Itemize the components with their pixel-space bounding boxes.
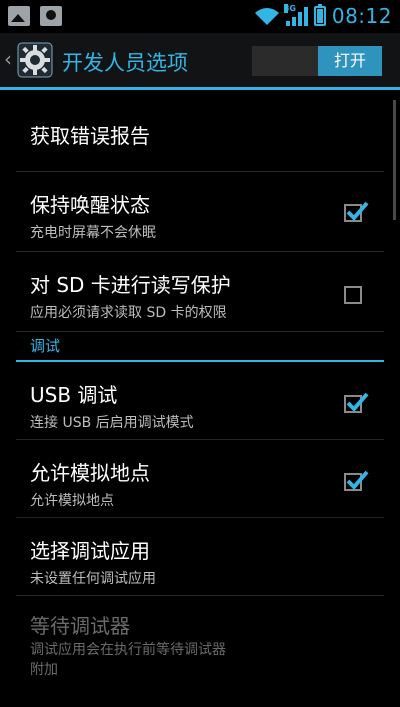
switch-label: 打开 <box>318 46 382 76</box>
settings-list: 获取错误报告 保持唤醒状态 充电时屏幕不会休眠 对 SD 卡进行读写保护 应用必… <box>0 90 400 686</box>
back-chevron-icon[interactable]: ‹ <box>4 49 12 69</box>
gear-icon[interactable] <box>16 41 54 79</box>
usb-debug-checkbox[interactable] <box>344 392 369 413</box>
item-summary: 调试应用会在执行前等待调试器附加 <box>30 642 226 678</box>
page-title: 开发人员选项 <box>62 51 188 75</box>
signal-icon: 3G <box>283 4 308 26</box>
list-item-bug-report[interactable]: 获取错误报告 <box>16 90 384 172</box>
mock-location-checkbox[interactable] <box>344 470 369 491</box>
stay-awake-checkbox[interactable] <box>344 201 369 222</box>
item-summary: 允许模拟地点 <box>30 493 114 509</box>
list-item-usb-debug[interactable]: USB 调试 连接 USB 后启用调试模式 <box>16 362 384 440</box>
wifi-icon <box>254 5 280 27</box>
sd-protect-checkbox[interactable] <box>344 286 362 304</box>
list-item-mock-location[interactable]: 允许模拟地点 允许模拟地点 <box>16 440 384 518</box>
status-bar: 3G 08:12 <box>0 0 400 33</box>
item-summary: 连接 USB 后启用调试模式 <box>30 415 194 431</box>
item-title: 对 SD 卡进行读写保护 <box>30 273 231 297</box>
section-header-debug: 调试 <box>16 332 384 362</box>
scrollbar[interactable] <box>393 100 396 220</box>
status-time: 08:12 <box>331 4 392 28</box>
item-title: USB 调试 <box>30 383 118 407</box>
list-item-debug-app[interactable]: 选择调试应用 未设置任何调试应用 <box>16 518 384 596</box>
item-summary: 充电时屏幕不会休眠 <box>30 225 156 241</box>
item-summary: 应用必须请求读取 SD 卡的权限 <box>30 305 227 321</box>
item-title: 获取错误报告 <box>30 124 150 148</box>
item-title: 等待调试器 <box>30 614 130 638</box>
action-bar: ‹ 开发人员选项 打开 <box>0 33 400 90</box>
item-title: 保持唤醒状态 <box>30 193 150 217</box>
list-item-wait-debugger: 等待调试器 调试应用会在执行前等待调试器附加 <box>16 596 384 686</box>
network-type-label: 3G <box>283 4 296 13</box>
battery-icon <box>313 4 326 26</box>
item-title: 允许模拟地点 <box>30 461 150 485</box>
list-item-sd-protect[interactable]: 对 SD 卡进行读写保护 应用必须请求读取 SD 卡的权限 <box>16 252 384 332</box>
item-summary: 未设置任何调试应用 <box>30 571 156 587</box>
item-title: 选择调试应用 <box>30 539 150 563</box>
user-icon <box>40 6 62 26</box>
image-icon <box>8 6 30 26</box>
list-item-stay-awake[interactable]: 保持唤醒状态 充电时屏幕不会休眠 <box>16 172 384 252</box>
section-title: 调试 <box>30 337 61 355</box>
developer-options-switch[interactable]: 打开 <box>252 46 382 76</box>
